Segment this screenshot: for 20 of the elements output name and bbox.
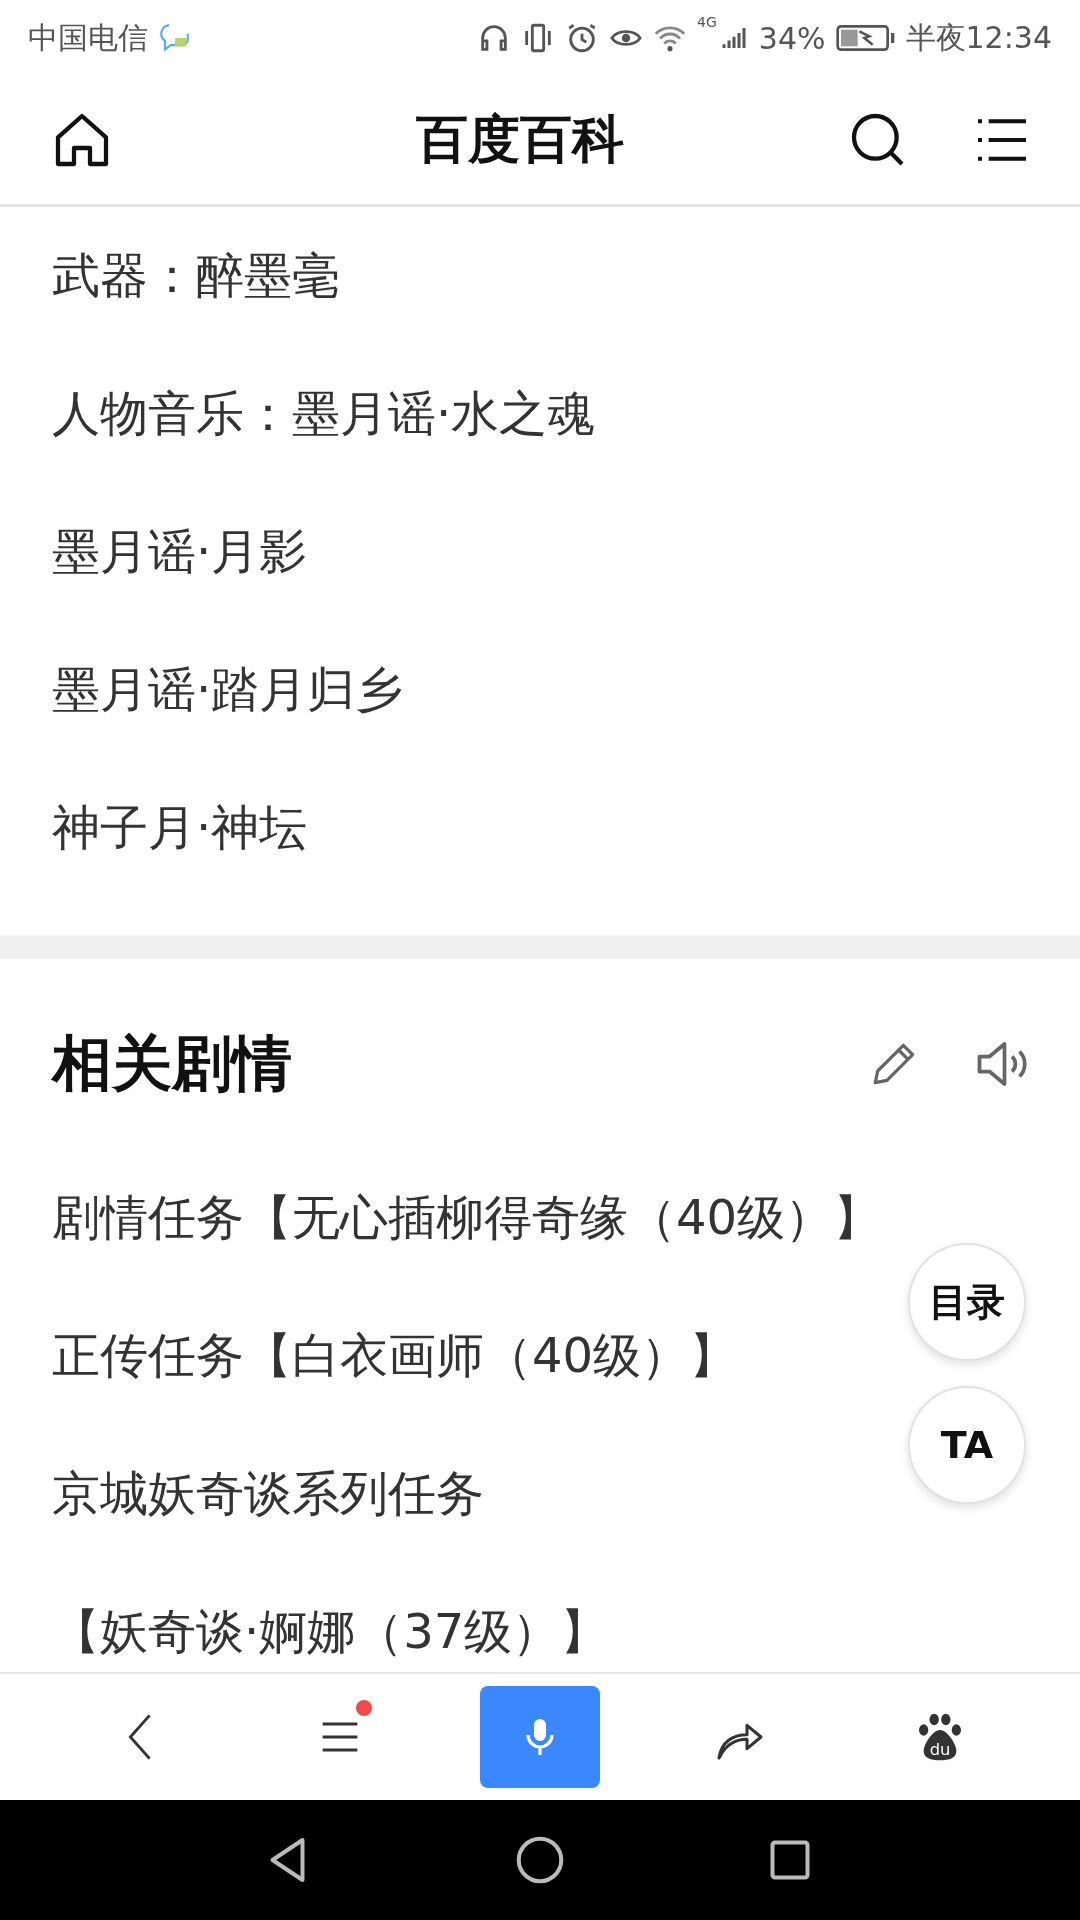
info-line: 墨月谣·踏月归乡 [52, 660, 404, 719]
clock-time: 半夜12:34 [905, 18, 1052, 57]
back-icon [128, 1712, 152, 1762]
carrier-name: 中国电信 [28, 18, 148, 57]
section-title: 相关剧情 [52, 1026, 293, 1100]
battery-percent: 34% [758, 20, 826, 56]
contents-button[interactable]: 目录 [908, 1243, 1026, 1361]
paw-button[interactable]: du [880, 1686, 1000, 1788]
network-type: 4G [697, 14, 717, 30]
plot-item[interactable]: 京城妖奇谈系列任务 [52, 1425, 484, 1563]
ta-button[interactable]: TA [908, 1386, 1026, 1504]
info-line: 武器：醉墨毫 [52, 246, 340, 305]
page-title: 百度百科 [415, 108, 625, 171]
info-line: 神子月·神坛 [52, 798, 308, 857]
plot-item[interactable]: 正传任务【白衣画师（40级）】 [52, 1287, 738, 1425]
plot-item[interactable]: 剧情任务【无心插柳得奇缘（40级）】 [52, 1149, 882, 1287]
plot-item[interactable]: 【妖奇谈·婀娜（37级）】 [52, 1563, 609, 1672]
info-line: 人物音乐：墨月谣·水之魂 [52, 384, 596, 443]
voice-button[interactable] [480, 1686, 600, 1788]
info-line: 墨月谣·月影 [52, 522, 308, 581]
